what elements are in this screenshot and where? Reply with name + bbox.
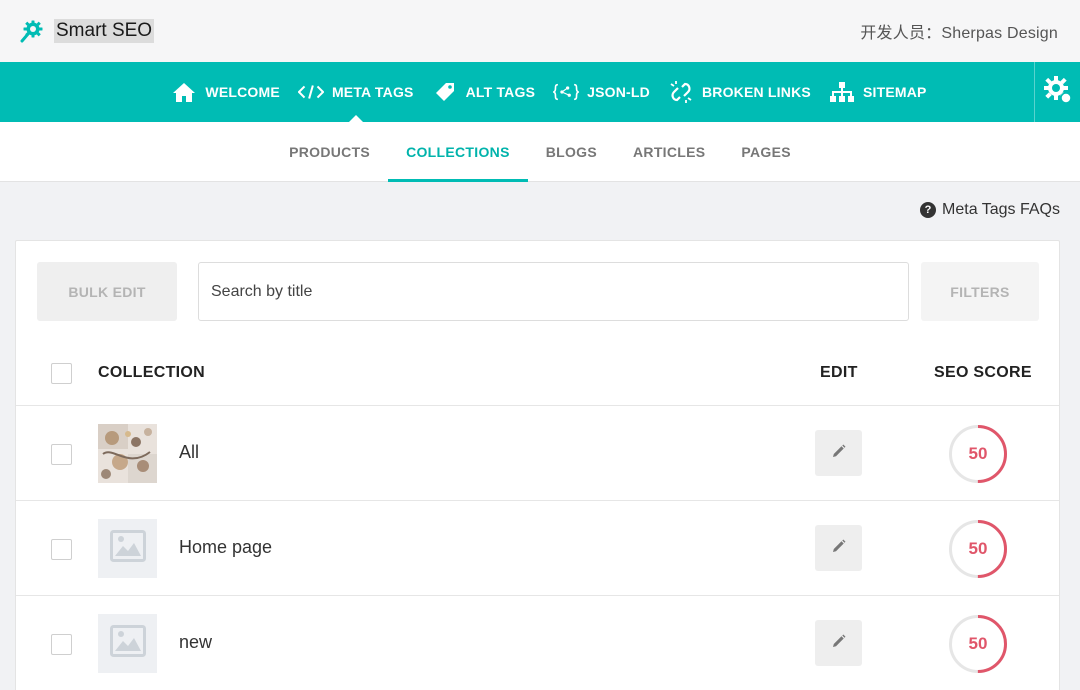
table-row[interactable]: Home page 50 xyxy=(16,501,1059,596)
table-toolbar: BULK EDIT FILTERS xyxy=(16,241,1059,341)
nav-broken-links-label: BROKEN LINKS xyxy=(701,84,811,100)
collections-card: BULK EDIT FILTERS COLLECTION EDIT SEO SC… xyxy=(15,240,1060,690)
row-checkbox[interactable] xyxy=(51,444,72,465)
meta-tags-faq-link[interactable]: ? Meta Tags FAQs xyxy=(920,198,1060,222)
developer-credit: 开发人员：Sherpas Design xyxy=(860,25,1058,42)
gear-magnifier-icon xyxy=(20,19,44,43)
collection-thumbnail xyxy=(98,519,157,578)
app-brand: Smart SEO xyxy=(20,19,155,43)
row-checkbox[interactable] xyxy=(51,634,72,655)
seo-score: 50 xyxy=(948,519,1008,579)
nav-broken-links[interactable]: BROKEN LINKS xyxy=(668,62,811,122)
nav-sitemap[interactable]: SITEMAP xyxy=(829,62,927,122)
edit-button[interactable] xyxy=(815,525,862,571)
nav-welcome[interactable]: WELCOME xyxy=(171,62,280,122)
app-title: Smart SEO xyxy=(54,19,155,43)
tab-products[interactable]: PRODUCTS xyxy=(271,122,388,182)
seo-score-column-header: SEO SCORE xyxy=(934,364,1032,381)
nav-meta-tags[interactable]: META TAGS xyxy=(297,62,414,122)
search-input[interactable] xyxy=(198,262,909,321)
settings-gear-icon xyxy=(1043,75,1073,110)
bulk-edit-button[interactable]: BULK EDIT xyxy=(37,262,177,321)
main-navigation: WELCOME META TAGS ALT TAGS JSON-LD BROKE… xyxy=(0,62,1080,122)
placeholder-image-icon xyxy=(109,530,146,567)
nav-meta-tags-label: META TAGS xyxy=(331,84,414,100)
table-header: COLLECTION EDIT SEO SCORE xyxy=(16,341,1059,406)
nav-sitemap-label: SITEMAP xyxy=(862,84,927,100)
nav-welcome-label: WELCOME xyxy=(205,84,280,100)
nav-alt-tags[interactable]: ALT TAGS xyxy=(432,62,536,122)
home-icon xyxy=(171,81,197,103)
collection-thumbnail xyxy=(98,424,157,483)
tab-blogs[interactable]: BLOGS xyxy=(528,122,615,182)
collection-thumbnail xyxy=(98,614,157,673)
nav-json-ld-label: JSON-LD xyxy=(587,84,650,100)
seo-score-value: 50 xyxy=(968,634,988,653)
collection-column-header: COLLECTION xyxy=(98,364,205,381)
table-row[interactable]: All 50 xyxy=(16,406,1059,501)
table-row[interactable]: new 50 xyxy=(16,596,1059,690)
question-icon: ? xyxy=(920,202,937,218)
placeholder-image-icon xyxy=(109,625,146,662)
collection-title[interactable]: new xyxy=(179,632,212,653)
app-header: Smart SEO 开发人员：Sherpas Design xyxy=(0,0,1080,62)
collection-title[interactable]: All xyxy=(179,442,199,463)
tab-collections[interactable]: COLLECTIONS xyxy=(388,122,528,182)
filters-button[interactable]: FILTERS xyxy=(921,262,1039,321)
faq-label: Meta Tags FAQs xyxy=(942,201,1060,218)
code-icon xyxy=(297,81,324,103)
seo-score-value: 50 xyxy=(968,539,988,558)
row-checkbox[interactable] xyxy=(51,539,72,560)
pencil-icon xyxy=(832,539,846,558)
tab-pages[interactable]: PAGES xyxy=(723,122,808,182)
edit-button[interactable] xyxy=(815,620,862,666)
pencil-icon xyxy=(832,444,846,463)
seo-score: 50 xyxy=(948,614,1008,674)
broken-link-icon xyxy=(668,81,694,103)
nav-alt-tags-label: ALT TAGS xyxy=(465,84,536,100)
sub-navigation: PRODUCTS COLLECTIONS BLOGS ARTICLES PAGE… xyxy=(0,122,1080,182)
sitemap-icon xyxy=(829,81,855,103)
seo-score-value: 50 xyxy=(968,444,988,463)
select-all-checkbox[interactable] xyxy=(51,363,72,384)
collection-title[interactable]: Home page xyxy=(179,537,272,558)
pencil-icon xyxy=(832,634,846,653)
settings-button[interactable] xyxy=(1034,62,1080,122)
edit-button[interactable] xyxy=(815,430,862,476)
tab-articles[interactable]: ARTICLES xyxy=(615,122,723,182)
seo-score: 50 xyxy=(948,424,1008,484)
edit-column-header: EDIT xyxy=(820,364,858,381)
tag-icon xyxy=(432,81,458,103)
json-braces-icon xyxy=(553,81,580,103)
nav-json-ld[interactable]: JSON-LD xyxy=(553,62,650,122)
